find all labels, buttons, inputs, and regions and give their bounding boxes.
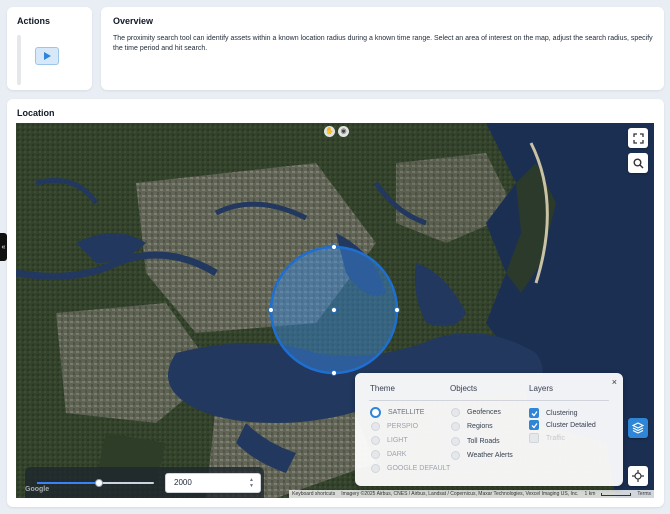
map-view[interactable]: ✋ ◉ 2000 ▲ ▼ Google Keyboard shortcuts I… (16, 123, 654, 498)
object-option-weather-alerts[interactable]: Weather Alerts (451, 451, 513, 460)
location-title: Location (17, 108, 55, 118)
layer-label: Traffic (546, 434, 566, 442)
overview-panel: Overview The proximity search tool can i… (101, 7, 664, 90)
scale-label[interactable]: 1 km (585, 490, 596, 498)
overview-description: The proximity search tool can identify a… (113, 35, 653, 52)
radius-stepper[interactable]: ▲ ▼ (249, 477, 254, 489)
actions-panel: Actions (7, 7, 92, 90)
radio-icon[interactable] (371, 450, 380, 459)
crosshair-icon (632, 470, 644, 482)
google-logo: Google (25, 486, 50, 493)
object-label: Regions (467, 423, 493, 430)
theme-label: LIGHT (387, 437, 408, 444)
terms-link[interactable]: Terms (637, 490, 651, 498)
close-icon[interactable]: × (612, 377, 617, 387)
layers-header: Layers (529, 384, 554, 393)
locate-button[interactable] (628, 466, 648, 486)
layers-button[interactable] (628, 418, 648, 438)
overview-title: Overview (113, 16, 154, 26)
object-label: Geofences (467, 409, 501, 416)
theme-label: GOOGLE DEFAULT (387, 465, 451, 472)
keyboard-shortcuts-link[interactable]: Keyboard shortcuts (292, 490, 335, 498)
radio-icon[interactable] (451, 451, 460, 460)
radio-icon[interactable] (451, 422, 460, 431)
double-chevron-icon: « (1, 243, 6, 251)
theme-label: DARK (387, 451, 407, 458)
sidebar-toggle-button[interactable]: « (0, 233, 7, 261)
layers-panel: × Theme Objects Layers SATELLITE PERSPIO… (355, 373, 623, 486)
theme-option-google-default[interactable]: GOOGLE DEFAULT (371, 464, 450, 473)
layer-label: Cluster Detailed (546, 421, 596, 429)
object-option-regions[interactable]: Regions (451, 422, 493, 431)
fullscreen-button[interactable] (628, 128, 648, 148)
fullscreen-icon (632, 132, 644, 144)
layer-option-traffic: Traffic (529, 433, 565, 443)
imagery-credit: Imagery ©2025 Airbus, CNES / Airbus, Lan… (341, 491, 579, 497)
actions-scroll-rail[interactable] (17, 35, 21, 85)
actions-title: Actions (17, 16, 51, 26)
radius-control: 2000 ▲ ▼ (25, 467, 264, 498)
radio-icon[interactable] (371, 436, 380, 445)
theme-header: Theme (370, 384, 395, 393)
radius-slider-fill (37, 482, 99, 484)
theme-label: SATELLITE (388, 409, 425, 416)
scale-bar (601, 493, 632, 496)
radio-icon[interactable] (371, 422, 380, 431)
map-attribution: Keyboard shortcuts Imagery ©2025 Airbus,… (289, 490, 654, 498)
radio-icon[interactable] (371, 464, 380, 473)
radius-input[interactable]: 2000 ▲ ▼ (165, 473, 261, 493)
checkbox-checked-icon[interactable] (529, 408, 539, 418)
radius-value: 2000 (174, 478, 192, 487)
objects-header: Objects (450, 384, 478, 393)
object-option-toll-roads[interactable]: Toll Roads (451, 437, 500, 446)
theme-option-light[interactable]: LIGHT (371, 436, 408, 445)
map-search-button[interactable] (628, 153, 648, 173)
layer-option-cluster-detailed[interactable]: Cluster Detailed (529, 420, 596, 430)
radio-selected-icon[interactable] (370, 407, 381, 418)
radio-icon[interactable] (451, 408, 460, 417)
layers-icon (632, 422, 644, 434)
radio-icon[interactable] (451, 437, 460, 446)
checkbox-checked-icon[interactable] (529, 420, 539, 430)
theme-option-dark[interactable]: DARK (371, 450, 406, 459)
theme-option-perspio[interactable]: PERSPIO (371, 422, 418, 431)
search-icon (633, 158, 643, 168)
play-icon (44, 52, 51, 60)
stepper-down-icon[interactable]: ▼ (249, 483, 254, 489)
radius-slider[interactable] (37, 479, 154, 487)
pan-icon[interactable]: ✋ (324, 126, 335, 137)
checkbox-icon (529, 433, 539, 443)
settings-icon[interactable]: ◉ (338, 126, 349, 137)
object-label: Toll Roads (467, 438, 500, 445)
radius-slider-thumb[interactable] (95, 479, 103, 487)
theme-label: PERSPIO (387, 423, 419, 430)
object-label: Weather Alerts (467, 452, 513, 459)
play-button[interactable] (35, 47, 59, 65)
theme-option-satellite[interactable]: SATELLITE (370, 407, 424, 418)
layer-option-clustering[interactable]: Clustering (529, 408, 578, 418)
object-option-geofences[interactable]: Geofences (451, 408, 501, 417)
layer-label: Clustering (546, 409, 578, 417)
panel-divider (369, 400, 609, 401)
